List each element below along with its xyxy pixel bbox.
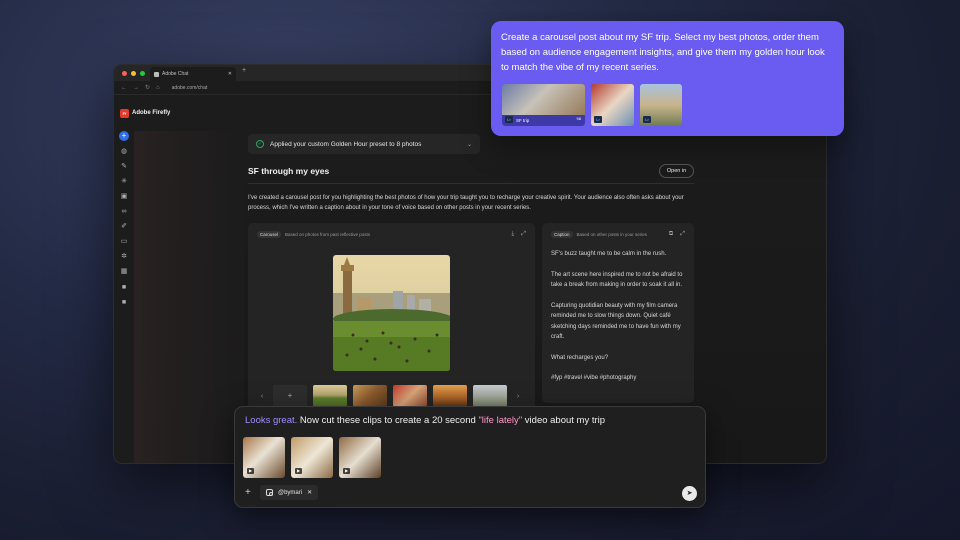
app-sidebar: + ◍ ✎ ✳ ▣ ∞ ✐ ▭ ✲ ▦ ■ ■ (114, 131, 134, 311)
caption-text[interactable]: SF's buzz taught me to be calm in the ru… (551, 249, 687, 394)
sparkle-icon[interactable]: ✳ (120, 178, 128, 186)
album-count: 98 (576, 116, 581, 121)
input-text-part: Looks great. (245, 415, 298, 426)
carousel-subtitle: Based on photos from past reflective pos… (285, 232, 371, 237)
caption-hashtags: #fyp #travel #vibe #photography (551, 375, 637, 381)
maximize-window-icon[interactable] (140, 70, 145, 76)
tab-title: Adobe Chat (162, 71, 189, 77)
send-icon[interactable]: ➤ (682, 486, 697, 501)
home-icon[interactable]: ⌂ (156, 85, 160, 91)
reload-icon[interactable]: ↻ (145, 84, 150, 91)
album-label-bar: SF trip 98 (502, 115, 585, 126)
play-icon: ▶ (295, 468, 302, 474)
preset-applied-banner[interactable]: ✓ Applied your custom Golden Hour preset… (248, 134, 480, 154)
forward-icon[interactable]: → (133, 85, 139, 91)
new-tab-icon[interactable]: + (242, 67, 246, 74)
caption-paragraph: SF's buzz taught me to be calm in the ru… (551, 251, 667, 257)
back-icon[interactable]: ← (121, 85, 127, 91)
photo-park[interactable]: Lr (640, 84, 682, 126)
caption-chip: Caption (551, 231, 573, 238)
user-prompt-bubble: Create a carousel post about my SF trip.… (491, 21, 844, 136)
firefly-logo-icon: Ff (120, 108, 129, 118)
attached-photos: SF trip 98 Lr Lr Lr (502, 84, 682, 126)
chat-input-text[interactable]: Looks great. Now cut these clips to crea… (245, 415, 605, 426)
lightroom-icon: Lr (594, 116, 602, 123)
play-icon: ▶ (247, 468, 254, 474)
photoshop-icon[interactable]: ■ (120, 284, 128, 292)
preset-message: Applied your custom Golden Hour preset t… (270, 140, 422, 148)
copy-icon[interactable]: ⧉ (669, 231, 673, 238)
caption-paragraph: The art scene here inspired me to not be… (551, 271, 683, 289)
tab-close-icon[interactable]: ✕ (228, 71, 232, 77)
attached-clips: ▶ ▶ ▶ (243, 437, 381, 478)
remove-chip-icon[interactable]: ✕ (307, 489, 312, 496)
carousel-chip: Carousel (257, 231, 282, 238)
lightroom-icon: Lr (643, 116, 651, 123)
expand-icon[interactable]: ⤢ (680, 231, 685, 238)
thumbnail-sunset[interactable] (433, 385, 467, 407)
caption-paragraph: What recharges you? (551, 354, 609, 361)
divider (248, 183, 694, 184)
app-brand: Ff Adobe Firefly (114, 95, 170, 131)
chevron-right-icon[interactable]: › (513, 393, 523, 400)
thumbnail-cafe[interactable] (353, 385, 387, 407)
chevron-down-icon[interactable]: ⌄ (467, 141, 472, 148)
album-label: SF trip (516, 118, 530, 123)
edit-icon[interactable]: ✎ (120, 163, 128, 171)
chat-input-box[interactable]: Looks great. Now cut these clips to crea… (234, 406, 706, 508)
video-clip[interactable]: ▶ (243, 437, 285, 478)
caption-card: Caption Based on other posts in your ser… (542, 223, 694, 403)
instagram-account-chip[interactable]: @bymari ✕ (260, 485, 319, 500)
folder-icon[interactable]: ▭ (120, 238, 128, 246)
brand-name: Adobe Firefly (132, 110, 171, 116)
caption-subtitle: Based on other posts in your series (576, 232, 648, 237)
sf-trip-album[interactable]: SF trip 98 Lr (502, 84, 585, 126)
background-shade (134, 131, 244, 463)
open-in-button[interactable]: Open in (659, 164, 694, 178)
carousel-thumbnails: ‹ + › (257, 385, 523, 407)
settings-icon[interactable]: ✲ (120, 253, 128, 261)
carousel-header: Carousel Based on photos from past refle… (257, 231, 370, 238)
play-icon: ▶ (343, 468, 350, 474)
video-clip[interactable]: ▶ (339, 437, 381, 478)
url-text[interactable]: adobe.com/chat (172, 85, 208, 91)
brush-icon[interactable]: ✐ (120, 223, 128, 231)
image-icon[interactable]: ▣ (120, 193, 128, 201)
photo-street[interactable]: Lr (591, 84, 634, 126)
thumbnail-park[interactable] (313, 385, 347, 407)
caption-paragraph: Capturing quotidian beauty with my film … (551, 302, 681, 341)
link-icon[interactable]: ∞ (120, 208, 128, 216)
close-window-icon[interactable] (122, 70, 127, 76)
caption-actions: ⧉ ⤢ (669, 231, 685, 238)
carousel-actions: ⤓ ⤢ (512, 231, 526, 238)
browser-tab[interactable]: Adobe Chat ✕ (150, 67, 236, 81)
video-clip[interactable]: ▶ (291, 437, 333, 478)
chat-icon[interactable]: ◍ (120, 148, 128, 156)
add-slide-button[interactable]: + (273, 385, 307, 407)
carousel-main-photo[interactable] (333, 255, 450, 371)
prompt-text: Create a carousel post about my SF trip.… (501, 32, 825, 73)
thumbnail-bridge[interactable] (473, 385, 507, 407)
thumbnail-street[interactable] (393, 385, 427, 407)
page-title: SF through my eyes (248, 166, 330, 176)
input-text-part: Now cut these clips to create a 20 secon… (297, 415, 479, 426)
app-icon[interactable]: ■ (120, 299, 128, 307)
instagram-handle: @bymari (278, 489, 303, 496)
caption-header: Caption Based on other posts in your ser… (551, 231, 647, 238)
grid-icon[interactable]: ▦ (120, 268, 128, 276)
minimize-window-icon[interactable] (131, 70, 136, 76)
expand-icon[interactable]: ⤢ (521, 231, 526, 238)
input-text-part: "life lately" (478, 415, 523, 426)
favicon-icon (154, 71, 159, 77)
lightroom-icon: Lr (505, 116, 513, 123)
check-circle-icon: ✓ (256, 140, 264, 148)
chevron-left-icon[interactable]: ‹ (257, 393, 267, 400)
download-icon[interactable]: ⤓ (512, 231, 515, 238)
add-icon[interactable]: + (119, 131, 129, 141)
add-attachment-icon[interactable]: + (245, 487, 251, 498)
response-description: I've created a carousel post for you hig… (248, 195, 684, 211)
input-text-part: video about my trip (522, 415, 606, 426)
instagram-icon (266, 489, 273, 496)
park-photo-image (333, 255, 450, 371)
